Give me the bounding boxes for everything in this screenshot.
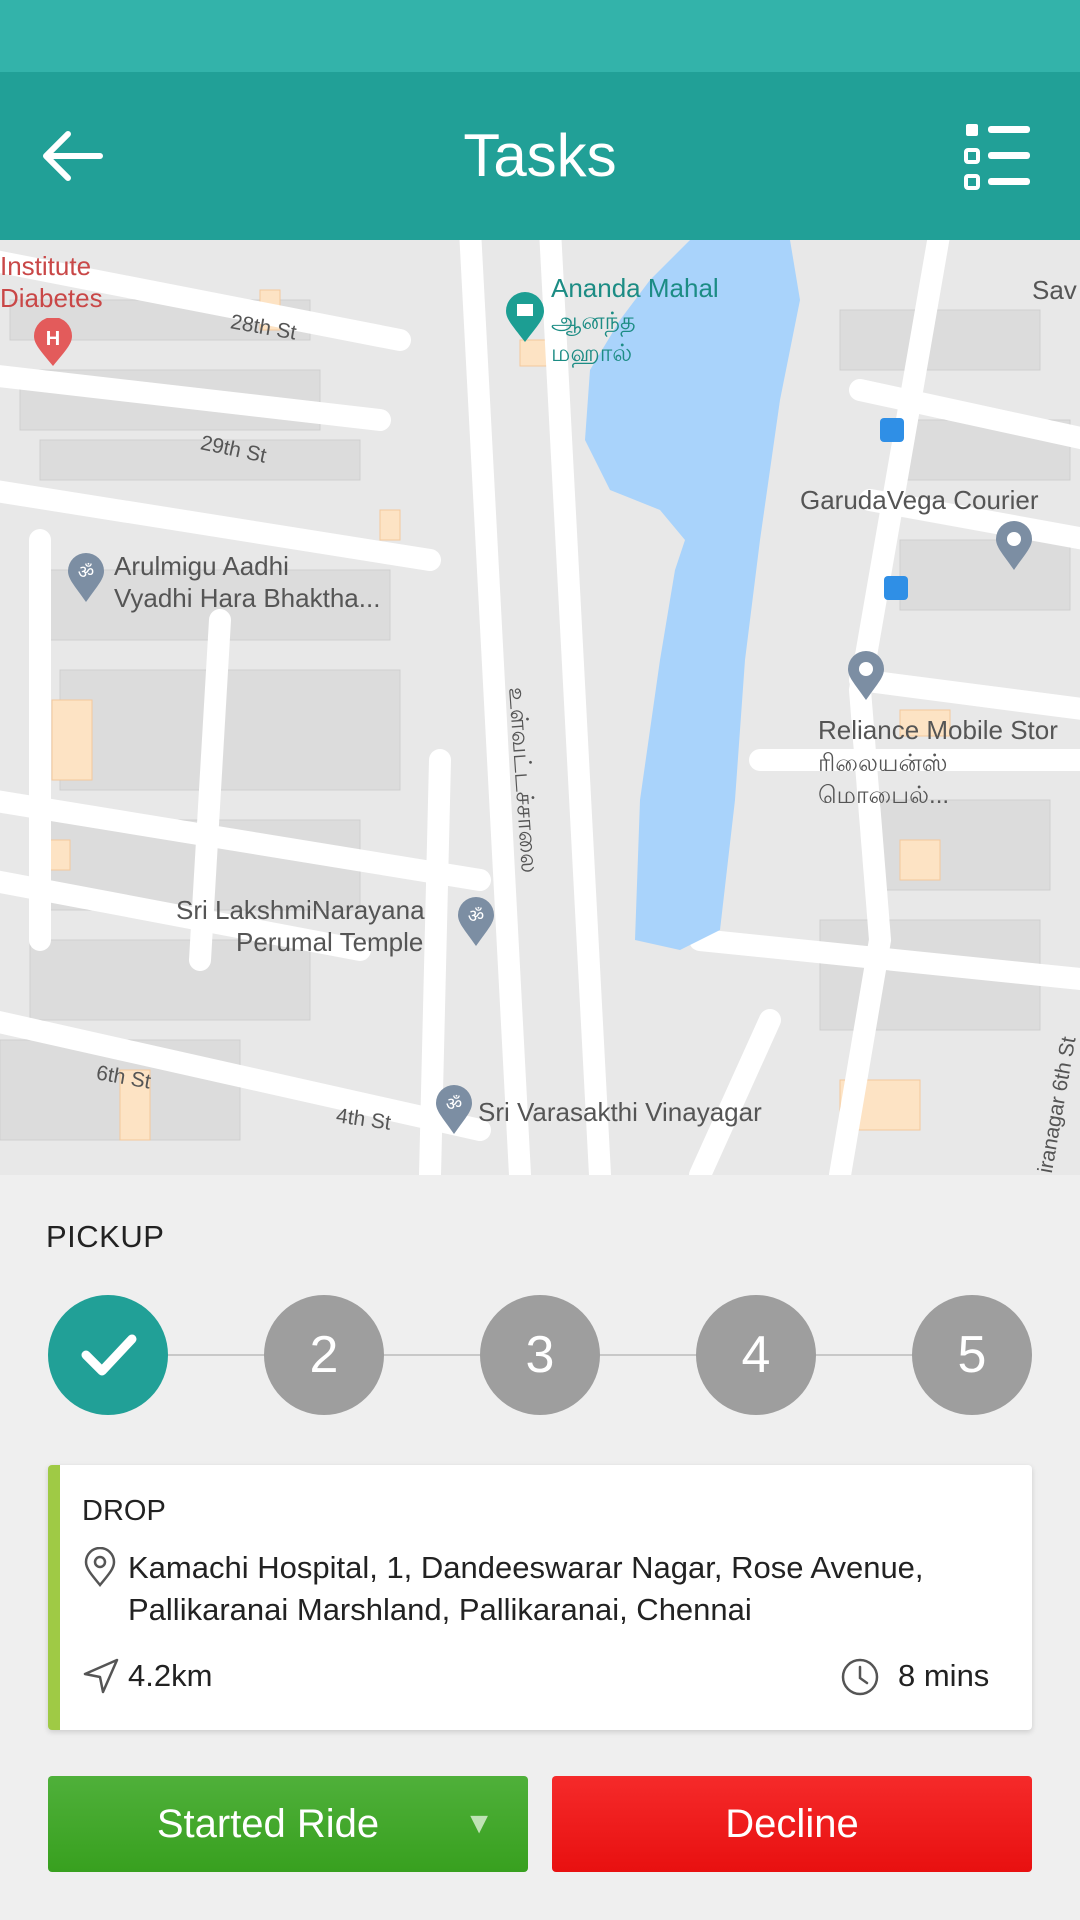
svg-text:ॐ: ॐ	[468, 906, 484, 927]
task-list-icon	[964, 124, 1030, 190]
map-label-institute: Institute	[0, 251, 92, 281]
step-1-complete[interactable]	[48, 1295, 168, 1415]
clock-icon	[840, 1657, 880, 1697]
map-view[interactable]: Institute Diabetes H Ananda Mahal ஆனந்த …	[0, 240, 1080, 1175]
navigation-arrow-icon	[82, 1657, 120, 1695]
app-bar: Tasks	[0, 72, 1080, 240]
map-canvas	[0, 240, 1080, 1175]
checkmark-icon	[81, 1334, 137, 1376]
task-list-button[interactable]	[962, 120, 1034, 192]
dropdown-caret-icon: ▼	[464, 1807, 494, 1840]
hospital-pin-icon[interactable]: H	[32, 318, 74, 368]
drop-address: Kamachi Hospital, 1, Dandeeswarar Nagar,…	[128, 1550, 924, 1627]
map-label-arulmigu-2: Vyadhi Hara Bhaktha...	[114, 583, 381, 613]
map-label-reliance-tamil-1: ரிலையன்ஸ்	[818, 750, 948, 777]
ananda-pin-icon[interactable]	[504, 292, 546, 344]
bus-stop-icon-2[interactable]	[884, 576, 908, 600]
pickup-stepper: 2 3 4 5	[48, 1295, 1032, 1415]
task-panel: PICKUP 2 3 4 5 DROP Kamachi Hospital, 1,…	[0, 1175, 1080, 1920]
status-bar	[0, 0, 1080, 72]
drop-card[interactable]: DROP Kamachi Hospital, 1, Dandeeswarar N…	[48, 1465, 1032, 1730]
garudavega-pin-icon[interactable]	[994, 520, 1034, 572]
map-label-diabetes: Diabetes	[0, 283, 103, 313]
page-title: Tasks	[463, 122, 617, 189]
svg-text:ॐ: ॐ	[446, 1094, 462, 1115]
map-label-reliance: Reliance Mobile Stor	[818, 715, 1058, 745]
map-label-arulmigu-1: Arulmigu Aadhi	[114, 551, 289, 581]
map-label-varasakthi: Sri Varasakthi Vinayagar	[478, 1097, 762, 1127]
map-label-lakshminarayana-2: Perumal Temple	[236, 927, 424, 957]
map-label-ananda-tamil-2: மஹால்	[551, 340, 633, 367]
varasakthi-pin-icon[interactable]: ॐ	[434, 1084, 474, 1136]
svg-text:ॐ: ॐ	[78, 562, 94, 583]
lakshminarayana-pin-icon[interactable]: ॐ	[456, 896, 496, 948]
step-5[interactable]: 5	[912, 1295, 1032, 1415]
temple-pin-icon[interactable]: ॐ	[66, 552, 106, 604]
svg-text:H: H	[46, 328, 60, 350]
decline-button[interactable]: Decline	[552, 1776, 1032, 1872]
started-ride-label: Started Ride	[156, 1802, 380, 1846]
map-label-ananda-mahal: Ananda Mahal	[551, 273, 719, 303]
pickup-label: PICKUP	[46, 1219, 165, 1254]
drop-distance: 4.2km	[128, 1658, 213, 1693]
reliance-pin-icon[interactable]	[846, 650, 886, 702]
step-2[interactable]: 2	[264, 1295, 384, 1415]
bus-stop-icon[interactable]	[880, 418, 904, 442]
map-label-garudavega: GarudaVega Courier	[800, 485, 1039, 515]
step-3[interactable]: 3	[480, 1295, 600, 1415]
map-label-sav: Sav	[1032, 275, 1077, 305]
map-label-reliance-tamil-2: மொபைல்...	[818, 782, 950, 809]
location-pin-icon	[82, 1546, 118, 1587]
map-label-ananda-tamil-1: ஆனந்த	[551, 308, 636, 335]
drop-duration: 8 mins	[898, 1658, 990, 1693]
drop-label: DROP	[82, 1495, 166, 1527]
started-ride-button[interactable]: Started Ride ▼	[48, 1776, 528, 1872]
step-4[interactable]: 4	[696, 1295, 816, 1415]
map-label-lakshminarayana-1: Sri LakshmiNarayana	[176, 895, 425, 925]
